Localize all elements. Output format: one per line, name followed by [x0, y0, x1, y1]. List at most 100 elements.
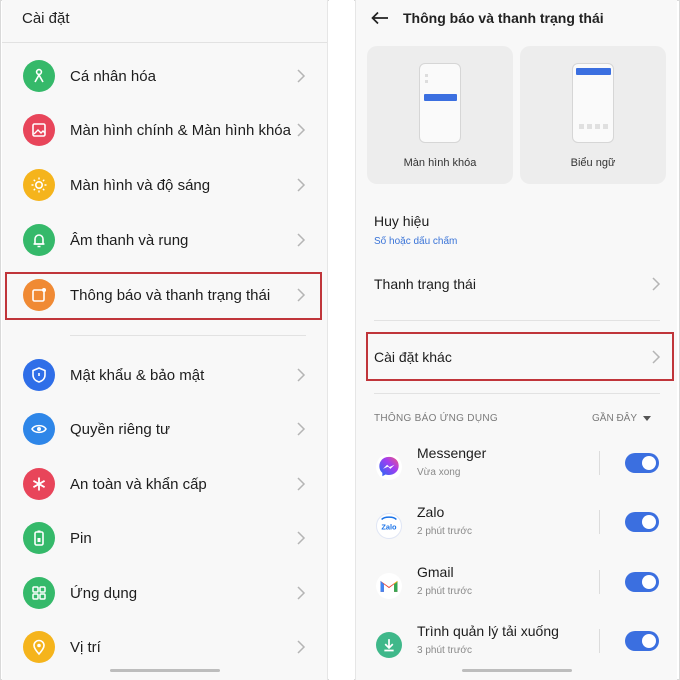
settings-panel: Cài đặt Cá nhân hóa Màn hình chính & Màn…	[2, 0, 328, 680]
settings-item-label: Màn hình và độ sáng	[70, 176, 211, 194]
chevron-right-icon	[297, 531, 306, 545]
toggle-knob	[642, 634, 656, 648]
app-time: 3 phút trước	[417, 645, 472, 656]
highlight-box-notifications	[5, 272, 322, 320]
svg-text:Zalo: Zalo	[381, 523, 397, 532]
chevron-right-icon	[297, 477, 306, 491]
card-label: Biểu ngữ	[570, 157, 616, 169]
preview-dot	[425, 74, 428, 77]
back-arrow-icon[interactable]	[371, 11, 389, 25]
toggle-knob	[642, 575, 656, 589]
lock-screen-style-card[interactable]: Màn hình khóa	[367, 46, 513, 184]
emergency-icon	[23, 468, 55, 500]
chevron-right-icon	[297, 178, 306, 192]
app-time: 2 phút trước	[417, 526, 472, 537]
messenger-toggle[interactable]	[625, 453, 659, 473]
notifications-header: Thông báo và thanh trạng thái	[356, 0, 677, 36]
bell-icon	[23, 224, 55, 256]
app-time: 2 phút trước	[417, 586, 472, 597]
settings-item-personalization[interactable]: Cá nhân hóa	[2, 49, 327, 103]
app-name: Messenger	[417, 445, 487, 461]
settings-item-label: Quyền riêng tư	[70, 420, 171, 438]
settings-item-label: Âm thanh và rung	[70, 231, 189, 249]
app-name: Zalo	[417, 504, 445, 520]
toggle-separator	[599, 510, 600, 534]
page-title: Thông báo và thanh trạng thái	[403, 10, 604, 26]
chevron-right-icon	[652, 277, 661, 291]
home-indicator	[110, 669, 220, 672]
home-indicator	[462, 669, 572, 672]
app-row-gmail[interactable]: Gmail 2 phút trước	[356, 562, 677, 620]
settings-item-apps[interactable]: Ứng dụng	[2, 566, 327, 620]
personalization-icon	[23, 60, 55, 92]
shield-icon	[23, 359, 55, 391]
dropdown-arrow-icon	[643, 416, 652, 421]
row-divider	[374, 393, 660, 394]
status-bar-label: Thanh trạng thái	[374, 276, 476, 292]
wallpaper-icon	[23, 114, 55, 146]
app-row-messenger[interactable]: Messenger Vừa xong	[356, 443, 677, 501]
sort-label: GẦN ĐÂY	[592, 413, 638, 424]
chevron-right-icon	[297, 368, 306, 382]
settings-item-label: An toàn và khẩn cấp	[70, 475, 207, 493]
download-manager-toggle[interactable]	[625, 631, 659, 651]
app-row-zalo[interactable]: Zalo Zalo 2 phút trước	[356, 502, 677, 560]
settings-item-battery[interactable]: Pin	[2, 511, 327, 565]
chevron-right-icon	[297, 586, 306, 600]
app-name: Trình quản lý tải xuống	[417, 623, 559, 639]
settings-item-label: Màn hình chính & Màn hình khóa	[70, 121, 291, 139]
chevron-right-icon	[297, 69, 306, 83]
zalo-toggle[interactable]	[625, 512, 659, 532]
chevron-right-icon	[297, 422, 306, 436]
settings-item-label: Vị trí	[70, 638, 101, 656]
badge-title: Huy hiệu	[374, 213, 430, 229]
apps-icon	[23, 577, 55, 609]
sort-dropdown[interactable]: GẦN ĐÂY	[592, 413, 652, 424]
settings-item-label: Pin	[70, 529, 92, 547]
settings-item-location[interactable]: Vị trí	[2, 620, 327, 674]
toggle-knob	[642, 456, 656, 470]
header-divider	[2, 42, 327, 43]
settings-item-password-security[interactable]: Mật khẩu & bảo mật	[2, 348, 327, 402]
lock-screen-preview	[419, 63, 461, 143]
eye-icon	[23, 413, 55, 445]
settings-item-label: Ứng dụng	[70, 584, 138, 602]
chevron-right-icon	[297, 233, 306, 247]
preview-dot	[595, 124, 600, 129]
preview-dot	[603, 124, 608, 129]
settings-item-label: Mật khẩu & bảo mật	[70, 366, 205, 384]
chevron-right-icon	[297, 123, 306, 137]
highlight-box-other-settings	[366, 332, 674, 381]
zalo-icon: Zalo	[376, 513, 402, 539]
card-label: Màn hình khóa	[403, 157, 477, 169]
settings-item-label: Cá nhân hóa	[70, 67, 156, 85]
settings-item-sound-vibration[interactable]: Âm thanh và rung	[2, 213, 327, 267]
toggle-knob	[642, 515, 656, 529]
settings-title: Cài đặt	[22, 10, 70, 27]
gmail-toggle[interactable]	[625, 572, 659, 592]
chevron-right-icon	[297, 640, 306, 654]
toggle-separator	[599, 451, 600, 475]
messenger-icon	[376, 454, 402, 480]
toggle-separator	[599, 629, 600, 653]
panel-gap	[329, 0, 354, 680]
settings-item-privacy[interactable]: Quyền riêng tư	[2, 402, 327, 456]
app-name: Gmail	[417, 564, 454, 580]
app-notifications-header: THÔNG BÁO ỨNG DỤNG	[374, 413, 498, 424]
banner-style-card[interactable]: Biểu ngữ	[520, 46, 666, 184]
battery-icon	[23, 522, 55, 554]
location-icon	[23, 631, 55, 663]
app-time: Vừa xong	[417, 467, 461, 478]
row-divider	[374, 320, 660, 321]
brightness-icon	[23, 169, 55, 201]
settings-item-home-lock-screen[interactable]: Màn hình chính & Màn hình khóa	[2, 103, 327, 157]
preview-banner-bar	[576, 68, 611, 75]
preview-dot	[587, 124, 592, 129]
gmail-icon	[376, 573, 402, 599]
download-manager-icon	[376, 632, 402, 658]
toggle-separator	[599, 570, 600, 594]
banner-preview	[572, 63, 614, 143]
settings-item-safety-emergency[interactable]: An toàn và khẩn cấp	[2, 457, 327, 511]
settings-item-display-brightness[interactable]: Màn hình và độ sáng	[2, 158, 327, 212]
preview-dot	[579, 124, 584, 129]
